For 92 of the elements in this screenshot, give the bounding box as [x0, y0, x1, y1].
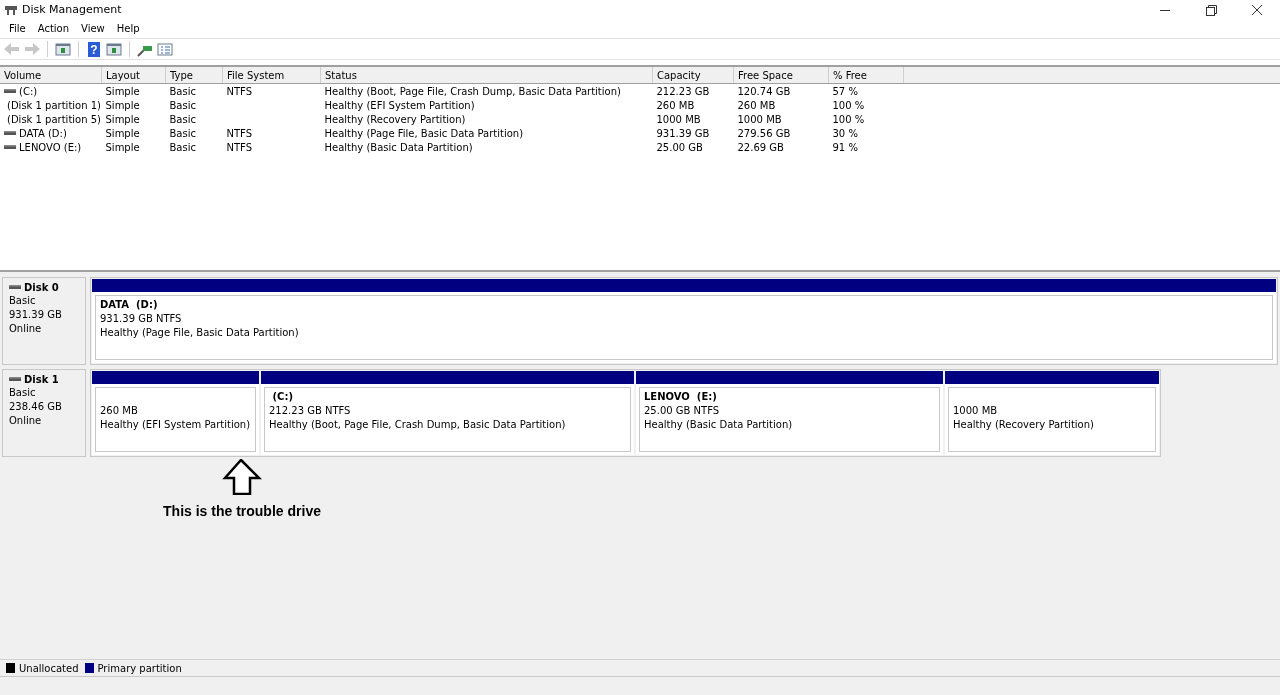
- table-cell: 1000 MB: [656, 113, 701, 125]
- disk-status: Online: [9, 414, 43, 428]
- partition-label: (C:): [271, 391, 293, 402]
- partition-size: 931.39 GB NTFS: [100, 312, 183, 326]
- drive-icon: [4, 142, 16, 152]
- table-cell: Simple: [105, 127, 140, 139]
- disk-info-panel[interactable]: Disk 0 Basic 931.39 GB Online: [2, 277, 86, 365]
- table-cell: 22.69 GB: [737, 141, 784, 153]
- table-cell: DATA (D:): [19, 127, 67, 139]
- partition-label: LENOVO (E:): [644, 391, 717, 402]
- table-cell: Simple: [105, 141, 140, 153]
- partition-block[interactable]: 260 MB Healthy (EFI System Partition): [92, 371, 259, 455]
- up-arrow-icon: [222, 459, 262, 495]
- table-cell: Basic: [169, 99, 196, 111]
- table-cell: Healthy (Page File, Basic Data Partition): [324, 127, 524, 139]
- table-cell: 260 MB: [656, 99, 695, 111]
- menu-item[interactable]: File: [3, 23, 32, 34]
- partition-block[interactable]: (C:) 212.23 GB NTFS Healthy (Boot, Page File, Crash Dump, Basic Data Partition): [261, 371, 634, 455]
- table-cell: (C:): [19, 85, 38, 97]
- menu-item[interactable]: Action: [31, 23, 76, 34]
- disk-name: Disk 1: [24, 373, 59, 385]
- app-icon: [4, 3, 18, 16]
- partition-size: 260 MB: [100, 404, 139, 418]
- column-header[interactable]: File System: [222, 67, 321, 84]
- partition-size: 25.00 GB NTFS: [644, 404, 721, 418]
- partition-block[interactable]: DATA (D:) 931.39 GB NTFS Healthy (Page File, Basic Data Partition): [92, 279, 1276, 363]
- window-title: Disk Management: [22, 3, 122, 16]
- partition-block[interactable]: 1000 MB Healthy (Recovery Partition): [945, 371, 1159, 455]
- disk-type: Basic: [9, 294, 37, 308]
- table-cell: Basic: [169, 141, 196, 153]
- drive-icon: [9, 374, 21, 384]
- table-cell: 25.00 GB: [656, 141, 703, 153]
- table-cell: Simple: [105, 113, 140, 125]
- table-cell: Simple: [105, 85, 140, 97]
- table-cell: Healthy (Basic Data Partition): [324, 141, 473, 153]
- partition-size: 1000 MB: [953, 404, 999, 418]
- table-cell: 57 %: [832, 85, 858, 97]
- drive-icon: [9, 282, 21, 292]
- partition-block[interactable]: LENOVO (E:) 25.00 GB NTFS Healthy (Basic Data Partition): [636, 371, 943, 455]
- menu-item[interactable]: View: [75, 23, 111, 34]
- partition-label: DATA (D:): [100, 299, 158, 310]
- table-cell: (Disk 1 partition 1): [7, 99, 101, 111]
- partition-status: Healthy (Basic Data Partition): [644, 418, 794, 432]
- table-cell: Simple: [105, 99, 140, 111]
- disk-size: 931.39 GB: [9, 308, 63, 322]
- table-cell: NTFS: [226, 85, 252, 97]
- drive-icon: [4, 86, 16, 96]
- panel-icon[interactable]: [54, 40, 72, 58]
- disk-size: 238.46 GB: [9, 400, 63, 414]
- disk-type: Basic: [9, 386, 37, 400]
- menu-item[interactable]: Help: [110, 23, 146, 34]
- column-header[interactable]: Capacity: [652, 67, 734, 84]
- table-cell: 279.56 GB: [737, 127, 791, 139]
- table-cell: 1000 MB: [737, 113, 782, 125]
- partition-size: 212.23 GB NTFS: [269, 404, 352, 418]
- table-cell: 30 %: [832, 127, 858, 139]
- legend-label: Primary partition: [97, 662, 182, 674]
- disk-status: Online: [9, 322, 43, 336]
- column-header[interactable]: Free Space: [733, 67, 829, 84]
- table-cell: 91 %: [832, 141, 858, 153]
- table-cell: Basic: [169, 127, 196, 139]
- table-cell: (Disk 1 partition 5): [7, 113, 101, 125]
- annotation-text: This is the trouble drive: [163, 503, 321, 519]
- column-header[interactable]: Status: [320, 67, 653, 84]
- table-cell: Healthy (EFI System Partition): [324, 99, 475, 111]
- table-cell: 100 %: [832, 99, 865, 111]
- partition-status: Healthy (Recovery Partition): [953, 418, 1095, 432]
- column-header[interactable]: % Free: [828, 67, 904, 84]
- partition-status: Healthy (EFI System Partition): [100, 418, 251, 432]
- table-cell: Healthy (Boot, Page File, Crash Dump, Basic Data Partition): [324, 85, 621, 97]
- help-icon[interactable]: ?: [85, 40, 103, 58]
- table-cell: 120.74 GB: [737, 85, 791, 97]
- column-header[interactable]: Layout: [101, 67, 166, 84]
- table-cell: LENOVO (E:): [19, 141, 82, 153]
- partition-status: Healthy (Page File, Basic Data Partition): [100, 326, 300, 340]
- disk-info-panel[interactable]: Disk 1 Basic 238.46 GB Online: [2, 369, 86, 457]
- column-header[interactable]: Volume: [0, 67, 102, 84]
- table-cell: NTFS: [226, 141, 252, 153]
- column-header[interactable]: Type: [165, 67, 223, 84]
- table-cell: 212.23 GB: [656, 85, 710, 97]
- table-cell: Basic: [169, 113, 196, 125]
- table-cell: NTFS: [226, 127, 252, 139]
- table-cell: Healthy (Recovery Partition): [324, 113, 466, 125]
- panel-icon[interactable]: [105, 40, 123, 58]
- table-cell: Basic: [169, 85, 196, 97]
- drive-icon: [4, 128, 16, 138]
- legend-label: Unallocated: [19, 662, 79, 674]
- partition-status: Healthy (Boot, Page File, Crash Dump, Basic Data Partition): [269, 418, 567, 432]
- table-cell: 931.39 GB: [656, 127, 710, 139]
- table-cell: 260 MB: [737, 99, 776, 111]
- table-cell: 100 %: [832, 113, 865, 125]
- disk-name: Disk 0: [24, 281, 59, 293]
